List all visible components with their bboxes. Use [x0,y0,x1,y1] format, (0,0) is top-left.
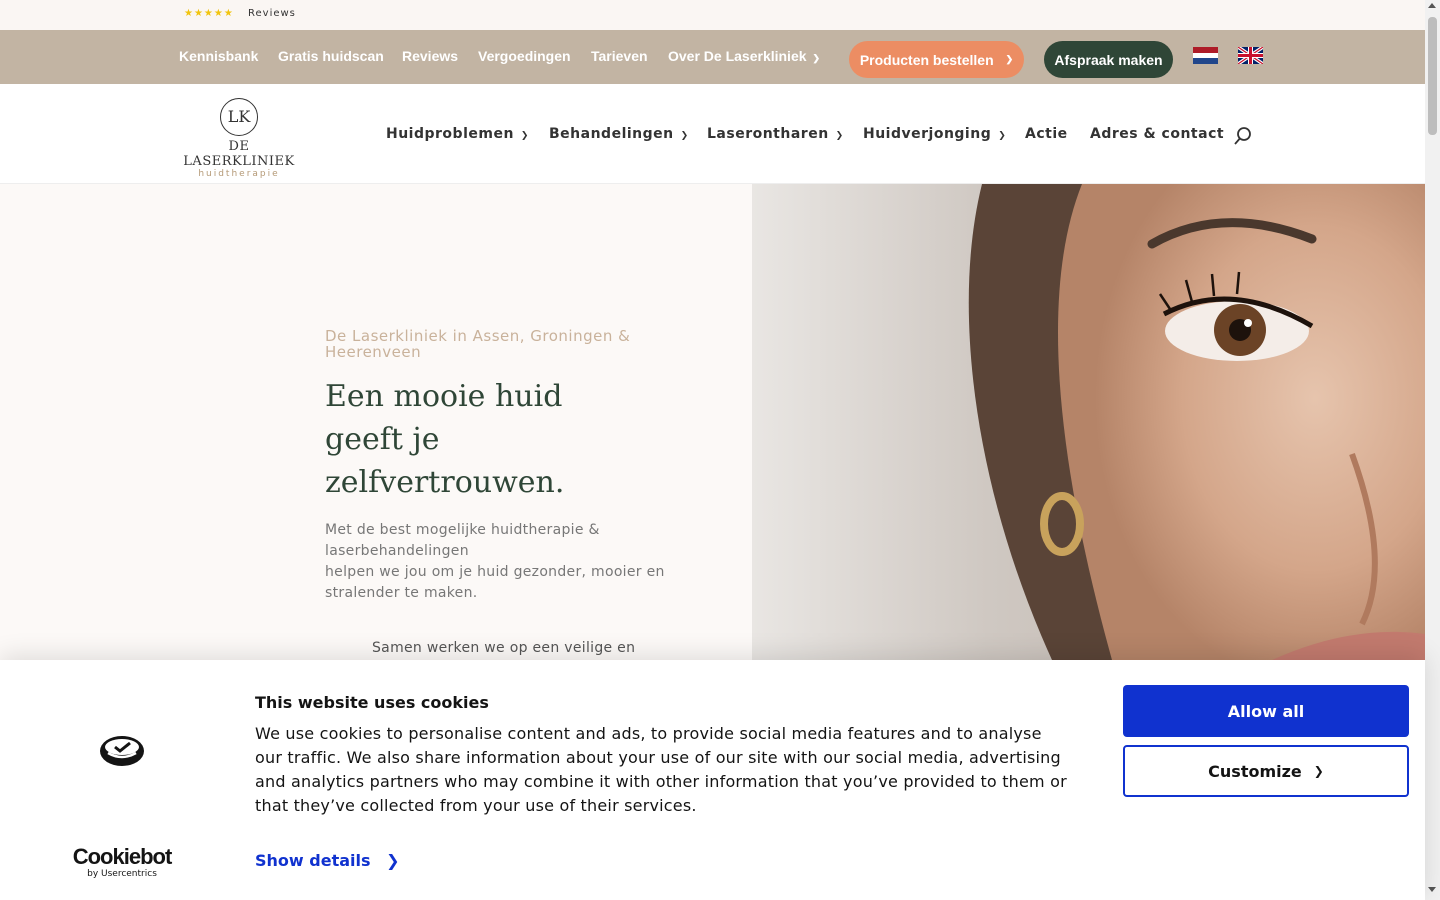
topnav-link-tarieven[interactable]: Tarieven [591,48,648,64]
make-appointment-button[interactable]: Afspraak maken [1044,41,1173,78]
topnav-link-over[interactable]: Over De Laserkliniek ❯ [668,48,820,64]
lede-line: Met de best mogelijke huidtherapie & [325,522,600,538]
order-products-label: Producten bestellen [859,51,994,68]
hero-lede-2: Samen werken we op een veilige en [372,640,636,656]
headline-line: geeft je [325,422,440,457]
nav-huidproblemen[interactable]: Huidproblemen ❯ [386,126,529,142]
cookiebot-brand[interactable]: Cookiebot by Usercentrics [70,844,174,880]
chevron-down-icon: ❯ [1005,54,1014,64]
flag-uk-icon[interactable] [1238,47,1263,64]
nav-label: Huidproblemen [386,126,514,142]
order-products-button[interactable]: Producten bestellen ❯ [849,41,1024,78]
nav-actie[interactable]: Actie [1025,126,1068,142]
page-scrollbar[interactable] [1425,0,1440,900]
topnav-link-vergoedingen[interactable]: Vergoedingen [478,48,571,64]
chevron-down-icon: ❯ [812,53,821,63]
search-icon[interactable] [1233,126,1253,146]
reviews-strip: ★★★★★ Reviews [0,0,1425,30]
lede-line: helpen we jou om je huid gezonder, mooie… [325,564,665,580]
chevron-down-icon: ❯ [680,131,689,141]
nav-behandelingen[interactable]: Behandelingen ❯ [549,126,689,142]
cookie-title: This website uses cookies [255,693,489,712]
chevron-down-icon: ❯ [998,131,1007,141]
woman-eye-photo [752,184,1425,660]
cookiebot-name: Cookiebot [72,844,173,869]
scroll-thumb[interactable] [1428,17,1437,135]
chevron-down-icon: ❯ [835,131,844,141]
hero-lede: Met de best mogelijke huidtherapie & las… [325,520,665,604]
reviews-label[interactable]: Reviews [248,8,296,19]
show-details-link[interactable]: Show details ❯ [255,851,399,870]
cookie-banner: Cookiebot by Usercentrics This website u… [0,660,1425,900]
topnav-link-kennisbank[interactable]: Kennisbank [179,48,258,64]
headline-line: Een mooie huid [325,379,563,414]
customize-label: Customize [1208,761,1302,781]
hero-photo-drawing [752,184,1425,660]
nav-huidverjonging[interactable]: Huidverjonging ❯ [863,126,1006,142]
show-details-label: Show details [255,851,371,870]
scroll-down-arrow-icon[interactable] [1428,887,1436,892]
headline-line: zelfvertrouwen. [325,465,565,500]
topnav-over-label: Over De Laserkliniek [668,48,807,64]
chevron-right-icon: ❯ [1313,764,1324,778]
logo[interactable]: LK DE LASERKLINIEK huidtherapie [174,98,304,179]
nav-label: Huidverjonging [863,126,992,142]
nav-label: Behandelingen [549,126,674,142]
allow-all-button[interactable]: Allow all [1123,685,1409,737]
flag-nl-icon[interactable] [1193,47,1218,64]
topnav-link-huidscan[interactable]: Gratis huidscan [278,48,384,64]
nav-label: Laserontharen [707,126,829,142]
lede-line: laserbehandelingen [325,543,469,559]
chevron-right-icon: ❯ [386,851,400,870]
nav-adres-contact[interactable]: Adres & contact [1090,126,1224,142]
rating-stars-icon: ★★★★★ [184,8,234,19]
cookiebot-by: by Usercentrics [87,869,157,879]
hero-kicker: De Laserkliniek in Assen, Groningen & He… [325,327,631,361]
top-nav: Kennisbank Gratis huidscan Reviews Vergo… [0,30,1425,84]
lede-line: stralender te maken. [325,585,478,601]
logo-tagline: huidtherapie [198,169,280,179]
main-header: LK DE LASERKLINIEK huidtherapie Huidprob… [0,84,1425,184]
hero-headline: Een mooie huid geeft je zelfvertrouwen. [325,375,655,504]
logo-name: DE LASERKLINIEK [183,139,295,169]
topnav-link-reviews[interactable]: Reviews [402,48,458,64]
customize-button[interactable]: Customize ❯ [1123,745,1409,797]
cookiebot-logo-icon [100,736,144,766]
cookie-text: We use cookies to personalise content an… [255,724,1067,815]
nav-laserontharen[interactable]: Laserontharen ❯ [707,126,844,142]
scroll-up-arrow-icon[interactable] [1428,3,1436,8]
chevron-down-icon: ❯ [520,131,529,141]
logo-monogram: LK [220,98,258,136]
